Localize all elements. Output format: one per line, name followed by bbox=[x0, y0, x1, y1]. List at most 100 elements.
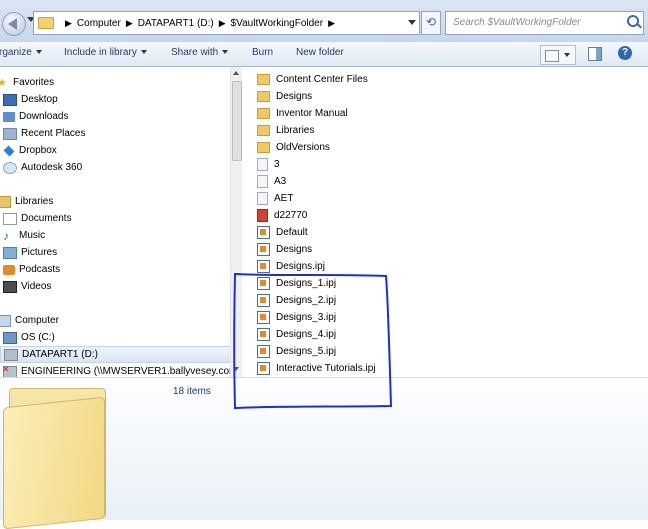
file-name: Inventor Manual bbox=[276, 108, 348, 119]
refresh-button[interactable]: ⟲ bbox=[421, 11, 441, 35]
podcasts-icon bbox=[3, 264, 15, 275]
autodesk-360-icon bbox=[3, 161, 17, 174]
music-icon: ♪ bbox=[3, 228, 9, 243]
organize-label: rganize bbox=[0, 47, 32, 58]
generic-file-icon bbox=[257, 192, 268, 205]
chevron-down-icon bbox=[140, 50, 147, 55]
file-row[interactable]: OldVersions bbox=[257, 139, 330, 156]
file-row[interactable]: Default bbox=[257, 224, 308, 241]
nav-item-recent-places[interactable]: Recent Places bbox=[0, 125, 241, 142]
include-in-library-menu[interactable]: Include in library bbox=[64, 47, 147, 58]
breadcrumb-separator-icon[interactable]: ▶ bbox=[219, 18, 226, 29]
pictures-icon bbox=[3, 246, 17, 259]
breadcrumb-datapart1[interactable]: DATAPART1 (D:) bbox=[138, 18, 214, 29]
scroll-down-icon[interactable] bbox=[233, 367, 239, 371]
nav-item-documents[interactable]: Documents bbox=[0, 210, 241, 227]
scrollbar-thumb[interactable] bbox=[232, 81, 242, 161]
file-name: Content Center Files bbox=[276, 74, 368, 85]
nav-libraries[interactable]: Libraries bbox=[0, 193, 241, 210]
nav-pane-scrollbar[interactable] bbox=[230, 67, 242, 377]
file-row[interactable]: Designs_2.ipj bbox=[257, 292, 336, 309]
ipj-file-icon bbox=[257, 328, 270, 341]
generic-file-icon bbox=[257, 175, 268, 188]
ipj-file-icon bbox=[257, 294, 270, 307]
nav-item-label: DATAPART1 (D:) bbox=[22, 349, 98, 360]
file-row[interactable]: Content Center Files bbox=[257, 71, 368, 88]
breadcrumb-separator-icon[interactable]: ▶ bbox=[65, 18, 72, 29]
organize-menu[interactable]: rganize bbox=[0, 47, 42, 58]
share-with-label: Share with bbox=[171, 47, 219, 58]
file-row[interactable]: d22770 bbox=[257, 207, 307, 224]
folder-icon bbox=[257, 125, 270, 136]
nav-item-datapart1[interactable]: DATAPART1 (D:) bbox=[0, 346, 241, 363]
nav-item-podcasts[interactable]: Podcasts bbox=[0, 261, 241, 278]
file-name: Designs_4.ipj bbox=[276, 329, 337, 340]
address-history-dropdown-icon[interactable] bbox=[408, 20, 416, 25]
ipj-file-icon bbox=[257, 243, 270, 256]
burn-button[interactable]: Burn bbox=[252, 47, 273, 58]
file-row[interactable]: Designs.ipj bbox=[257, 258, 325, 275]
nav-computer[interactable]: Computer bbox=[0, 312, 241, 329]
file-row[interactable]: Designs bbox=[257, 88, 312, 105]
file-row[interactable]: 3 bbox=[257, 156, 280, 173]
nav-item-autodesk-360[interactable]: Autodesk 360 bbox=[0, 159, 241, 176]
breadcrumb-separator-icon[interactable]: ▶ bbox=[126, 18, 133, 29]
file-name: Designs bbox=[276, 244, 313, 255]
dwg-file-icon bbox=[257, 209, 268, 222]
back-button[interactable] bbox=[2, 12, 26, 36]
file-row[interactable]: Interactive Tutorials.ipj bbox=[257, 360, 376, 377]
scroll-up-icon[interactable] bbox=[233, 71, 239, 75]
search-icon[interactable] bbox=[627, 15, 639, 27]
file-name: Libraries bbox=[276, 125, 315, 136]
nav-item-downloads[interactable]: Downloads bbox=[0, 108, 241, 125]
file-name: Designs_2.ipj bbox=[276, 295, 337, 306]
file-name: Designs.ipj bbox=[276, 261, 325, 272]
file-row[interactable]: A3 bbox=[257, 173, 286, 190]
ipj-file-icon bbox=[257, 226, 270, 239]
folder-front-shape bbox=[3, 396, 105, 529]
nav-favorites-label: Favorites bbox=[13, 77, 55, 88]
file-name: OldVersions bbox=[276, 142, 330, 153]
nav-item-label: Documents bbox=[21, 213, 72, 224]
search-input[interactable]: Search $VaultWorkingFolder bbox=[445, 11, 644, 35]
file-name: A3 bbox=[274, 176, 287, 187]
nav-item-pictures[interactable]: Pictures bbox=[0, 244, 241, 261]
nav-favorites[interactable]: ★ Favorites bbox=[0, 74, 241, 91]
nav-item-dropbox[interactable]: Dropbox bbox=[0, 142, 241, 159]
star-icon: ★ bbox=[0, 76, 7, 89]
include-in-library-label: Include in library bbox=[64, 47, 137, 58]
nav-item-videos[interactable]: Videos bbox=[0, 278, 241, 295]
breadcrumb-computer[interactable]: Computer bbox=[77, 18, 121, 29]
nav-item-desktop[interactable]: Desktop bbox=[0, 91, 241, 108]
file-row[interactable]: Designs_3.ipj bbox=[257, 309, 336, 326]
nav-item-music[interactable]: ♪ Music bbox=[0, 227, 241, 244]
nav-item-label: Videos bbox=[21, 281, 52, 292]
share-with-menu[interactable]: Share with bbox=[171, 47, 229, 58]
file-row[interactable]: Inventor Manual bbox=[257, 105, 348, 122]
help-icon[interactable]: ? bbox=[618, 46, 632, 60]
breadcrumb-vault-folder[interactable]: $VaultWorkingFolder bbox=[231, 18, 323, 29]
folder-icon bbox=[38, 17, 54, 29]
nav-item-label: ENGINEERING (\\MWSERVER1.ballyvesey.com)… bbox=[21, 366, 241, 377]
chevron-down-icon[interactable] bbox=[564, 53, 570, 57]
file-row[interactable]: AET bbox=[257, 190, 293, 207]
file-row[interactable]: Designs_4.ipj bbox=[257, 326, 336, 343]
file-row[interactable]: Libraries bbox=[257, 122, 314, 139]
navigation-pane: ★ Favorites Desktop Downloads Recent Plac… bbox=[0, 67, 241, 378]
folder-icon bbox=[257, 91, 270, 102]
documents-icon bbox=[3, 212, 17, 225]
new-folder-button[interactable]: New folder bbox=[296, 47, 344, 58]
desktop-icon bbox=[3, 93, 17, 106]
breadcrumb-separator-icon[interactable]: ▶ bbox=[328, 18, 335, 29]
file-row[interactable]: Designs_5.ipj bbox=[257, 343, 336, 360]
address-field[interactable]: ▶ Computer ▶ DATAPART1 (D:) ▶ $VaultWork… bbox=[33, 11, 420, 35]
change-view-button[interactable] bbox=[540, 45, 576, 65]
file-row[interactable]: Designs bbox=[257, 241, 312, 258]
ipj-file-icon bbox=[257, 345, 270, 358]
nav-item-os-c[interactable]: OS (C:) bbox=[0, 329, 241, 346]
preview-pane-button[interactable] bbox=[588, 47, 602, 61]
nav-item-label: Autodesk 360 bbox=[21, 162, 83, 173]
file-name: d22770 bbox=[274, 210, 308, 221]
file-row[interactable]: Designs_1.ipj bbox=[257, 275, 336, 292]
file-list: Content Center Files Designs Inventor Manu… bbox=[242, 67, 648, 377]
